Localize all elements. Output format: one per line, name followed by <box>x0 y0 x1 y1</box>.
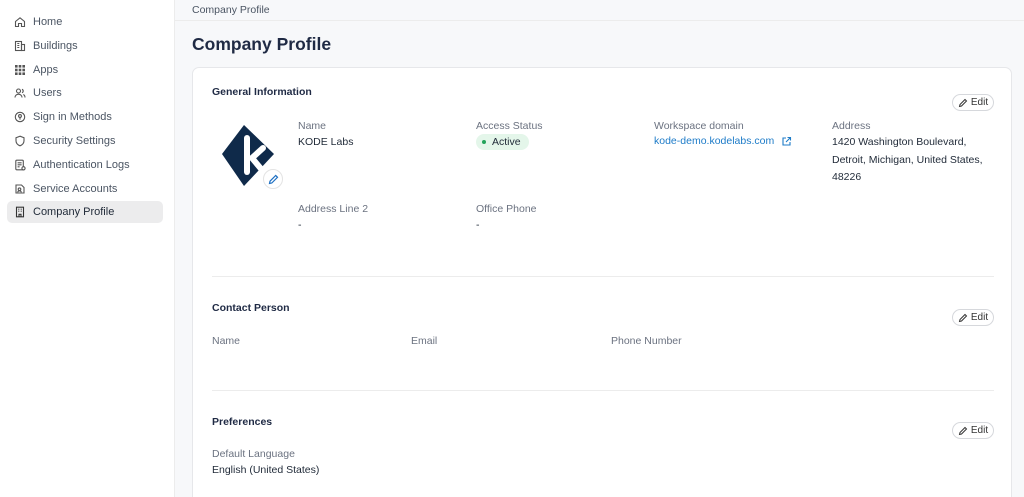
general-info-title: General Information <box>212 86 312 98</box>
sidebar-item-label: Home <box>33 16 63 28</box>
office-phone-value: - <box>476 219 480 231</box>
edit-label: Edit <box>970 312 989 323</box>
address-line-1: 1420 Washington Boulevard, <box>832 136 967 148</box>
sidebar-item-service-accounts[interactable]: Service Accounts <box>7 178 163 200</box>
sidebar-item-label: Security Settings <box>33 134 116 147</box>
sidebar-item-company-profile[interactable]: Company Profile <box>7 201 163 224</box>
workspace-domain-value: kode-demo.kodelabs.com <box>654 135 775 147</box>
log-icon <box>14 159 26 171</box>
company-name-value: KODE Labs <box>298 136 354 148</box>
sidebar-item-sign-in-methods[interactable]: Sign in Methods <box>7 106 163 128</box>
sidebar-item-security-settings[interactable]: Security Settings <box>7 130 163 152</box>
grid-icon <box>14 64 26 76</box>
address-line-2-label: Address Line 2 <box>298 203 369 215</box>
shield-icon <box>14 135 26 147</box>
pencil-icon <box>958 426 968 435</box>
preferences-title: Preferences <box>212 416 273 428</box>
sidebar-item-label: Sign in Methods <box>33 111 112 124</box>
access-status-label: Access Status <box>476 120 543 132</box>
general-edit-button[interactable]: Edit <box>952 94 994 111</box>
contact-person-title: Contact Person <box>212 302 290 314</box>
name-label: Name <box>298 120 327 132</box>
sidebar-item-label: Service Accounts <box>33 182 118 195</box>
office-phone-label: Office Phone <box>476 203 537 215</box>
address-line-2: Detroit, Michigan, United States, <box>832 153 983 166</box>
address-line-2-value: - <box>298 219 302 231</box>
pencil-icon <box>958 313 968 322</box>
sidebar-item-home[interactable]: Home <box>7 11 163 33</box>
contact-name-label: Name <box>212 335 241 347</box>
default-language-label: Default Language <box>212 448 295 460</box>
status-dot <box>482 140 486 144</box>
preferences-edit-button[interactable]: Edit <box>952 422 994 439</box>
section-divider <box>212 276 994 277</box>
company-icon <box>14 206 26 218</box>
service-icon <box>14 183 26 195</box>
building-icon <box>14 40 26 52</box>
edit-label: Edit <box>970 425 989 436</box>
sidebar-item-buildings[interactable]: Buildings <box>7 35 163 57</box>
contact-edit-button[interactable]: Edit <box>952 309 994 326</box>
sidebar-item-label: Users <box>33 87 62 100</box>
page-title: Company Profile <box>192 34 332 54</box>
address-line-3: 48226 <box>832 171 862 183</box>
workspace-domain-label: Workspace domain <box>654 120 744 132</box>
logo-edit-button[interactable] <box>263 169 283 189</box>
main-content: Company Profile Company Profile General … <box>175 0 1024 497</box>
breadcrumb-item[interactable]: Company Profile <box>192 4 270 16</box>
address-label: Address <box>832 120 871 132</box>
external-link-icon <box>782 136 792 146</box>
contact-email-label: Email <box>411 335 438 347</box>
workspace-domain-link[interactable]: kode-demo.kodelabs.com <box>654 135 792 147</box>
sidebar-item-apps[interactable]: Apps <box>7 59 163 81</box>
sidebar-item-label: Buildings <box>33 39 78 52</box>
sidebar-item-label: Apps <box>33 63 59 76</box>
edit-label: Edit <box>970 97 989 108</box>
sidebar: Home Buildings Apps Users Sign in Method… <box>0 0 175 497</box>
users-icon <box>14 87 26 99</box>
status-text: Active <box>492 136 521 148</box>
sidebar-item-users[interactable]: Users <box>7 82 163 104</box>
profile-card: General Information Edit Name KODE Labs … <box>192 67 1012 497</box>
sidebar-item-label: Authentication Logs <box>33 158 130 171</box>
status-badge: Active <box>476 134 529 150</box>
signin-icon <box>14 111 26 123</box>
sidebar-item-label: Company Profile <box>33 206 115 219</box>
pencil-icon <box>958 98 968 107</box>
default-language-value: English (United States) <box>212 464 320 476</box>
breadcrumb: Company Profile <box>175 0 1024 21</box>
pencil-icon <box>268 174 278 184</box>
home-icon <box>14 16 26 28</box>
sidebar-item-authentication-logs[interactable]: Authentication Logs <box>7 154 163 176</box>
contact-phone-label: Phone Number <box>611 335 682 347</box>
section-divider <box>212 390 994 391</box>
